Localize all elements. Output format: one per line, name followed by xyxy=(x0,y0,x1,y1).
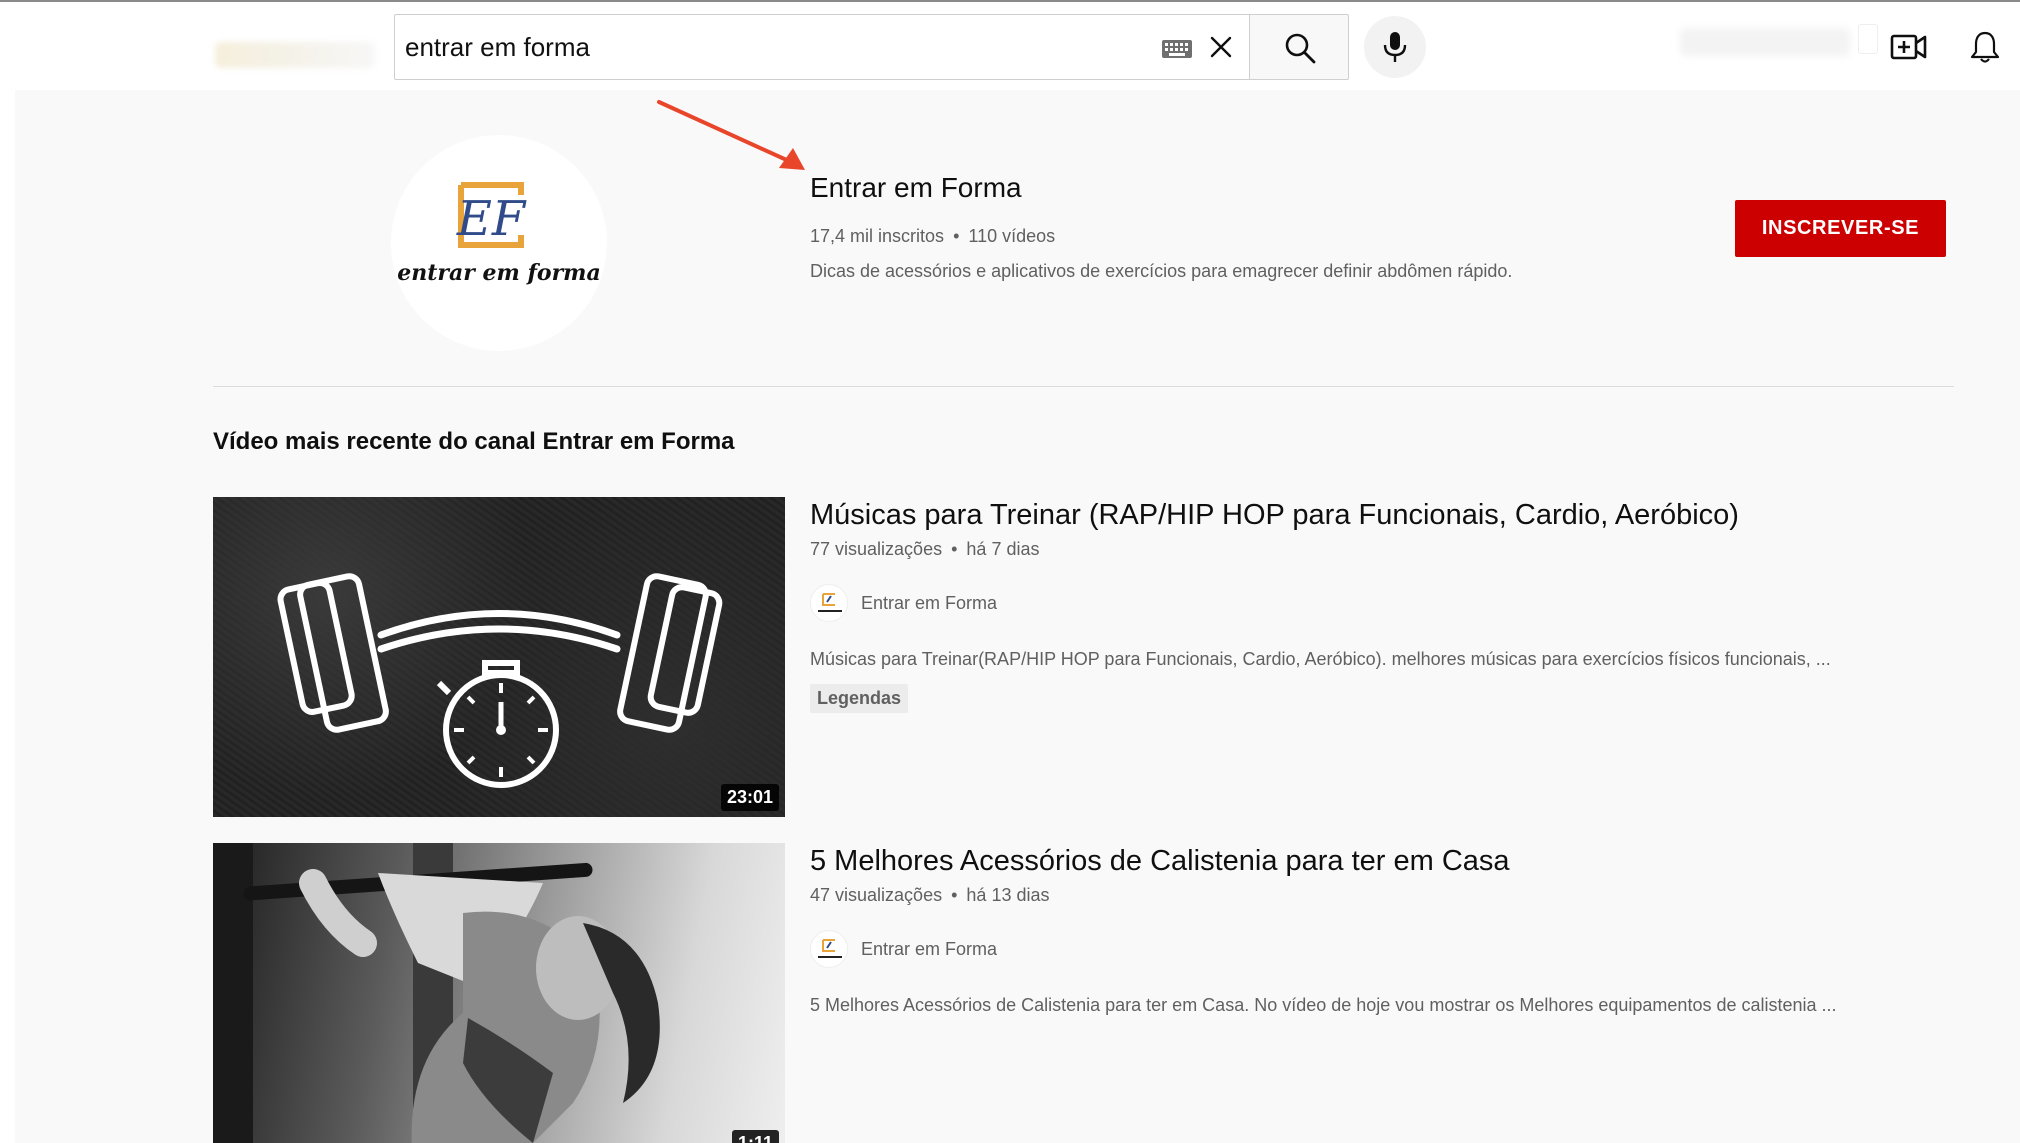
bell-icon[interactable] xyxy=(1970,30,2000,64)
account-area-blurred xyxy=(1680,28,1850,56)
channel-name[interactable]: Entrar em Forma xyxy=(810,172,1022,204)
pull-up-photo xyxy=(213,843,660,1143)
video-channel-name: Entrar em Forma xyxy=(861,592,998,613)
video-description: Músicas para Treinar(RAP/HIP HOP para Fu… xyxy=(810,649,1831,669)
subscribe-button[interactable]: INSCREVER-SE xyxy=(1735,200,1946,257)
mic-icon xyxy=(1383,32,1407,62)
voice-search-button[interactable] xyxy=(1364,16,1426,78)
channel-mini-avatar[interactable] xyxy=(810,930,848,968)
meta-separator: • xyxy=(951,885,958,905)
video-thumbnail[interactable]: 1:11 xyxy=(213,843,785,1143)
channel-logo-mini xyxy=(818,939,842,958)
video-result: 23:01 Músicas para Treinar (RAP/HIP HOP … xyxy=(213,497,1973,817)
search-button[interactable] xyxy=(1249,14,1349,80)
subscriber-count: 17,4 mil inscritos xyxy=(810,226,945,246)
upload-age: há 7 dias xyxy=(966,539,1040,559)
video-duration: 23:01 xyxy=(720,784,779,811)
clear-icon[interactable] xyxy=(1207,33,1235,61)
channel-description: Dicas de acessórios e aplicativos de exe… xyxy=(810,261,1513,281)
search-icon xyxy=(1285,33,1316,64)
video-thumbnail[interactable]: 23:01 xyxy=(213,497,785,817)
video-channel-link[interactable]: Entrar em Forma xyxy=(810,929,997,969)
channel-logo: EF entrar em forma xyxy=(397,182,601,286)
divider xyxy=(213,386,1954,387)
channel-stats: 17,4 mil inscritos • 110 vídeos xyxy=(810,226,1055,247)
search-box xyxy=(394,14,1249,80)
video-description: 5 Melhores Acessórios de Calistenia para… xyxy=(810,995,1837,1015)
captions-badge: Legendas xyxy=(810,684,909,713)
apps-icon-faded[interactable] xyxy=(1858,24,1878,54)
channel-mini-avatar[interactable] xyxy=(810,584,848,622)
search-input[interactable] xyxy=(405,25,1135,69)
svg-text:entrar em forma: entrar em forma xyxy=(397,260,600,286)
video-duration: 1:11 xyxy=(731,1130,779,1143)
video-channel-link[interactable]: Entrar em Forma xyxy=(810,583,997,623)
keyboard-icon[interactable] xyxy=(1161,39,1193,59)
meta-separator: • xyxy=(951,539,958,559)
masthead xyxy=(0,2,2020,90)
video-channel-name: Entrar em Forma xyxy=(861,938,998,959)
section-title: Vídeo mais recente do canal Entrar em Fo… xyxy=(213,428,735,455)
create-video-icon[interactable] xyxy=(1890,34,1928,60)
video-metadata: 77 visualizações • há 7 dias xyxy=(810,539,1039,560)
barbell-stopwatch-artwork xyxy=(277,573,723,788)
channel-avatar[interactable]: EF entrar em forma xyxy=(391,135,607,351)
channel-logo-mini xyxy=(818,593,842,612)
video-count: 110 vídeos xyxy=(968,226,1056,246)
svg-text:EF: EF xyxy=(456,191,527,247)
meta-separator: • xyxy=(953,226,960,246)
annotation-arrow xyxy=(657,100,805,170)
youtube-logo-blurred[interactable] xyxy=(215,42,375,68)
video-title[interactable]: Músicas para Treinar (RAP/HIP HOP para F… xyxy=(810,499,1739,532)
video-metadata: 47 visualizações • há 13 dias xyxy=(810,885,1050,906)
search-results: EF entrar em forma Entrar em Forma 17,4 … xyxy=(15,90,2020,1143)
view-count: 77 visualizações xyxy=(810,539,943,559)
video-title[interactable]: 5 Melhores Acessórios de Calistenia para… xyxy=(810,845,1510,878)
video-result: 1:11 5 Melhores Acessórios de Calistenia… xyxy=(213,843,1973,1143)
view-count: 47 visualizações xyxy=(810,885,943,905)
upload-age: há 13 dias xyxy=(966,885,1050,905)
